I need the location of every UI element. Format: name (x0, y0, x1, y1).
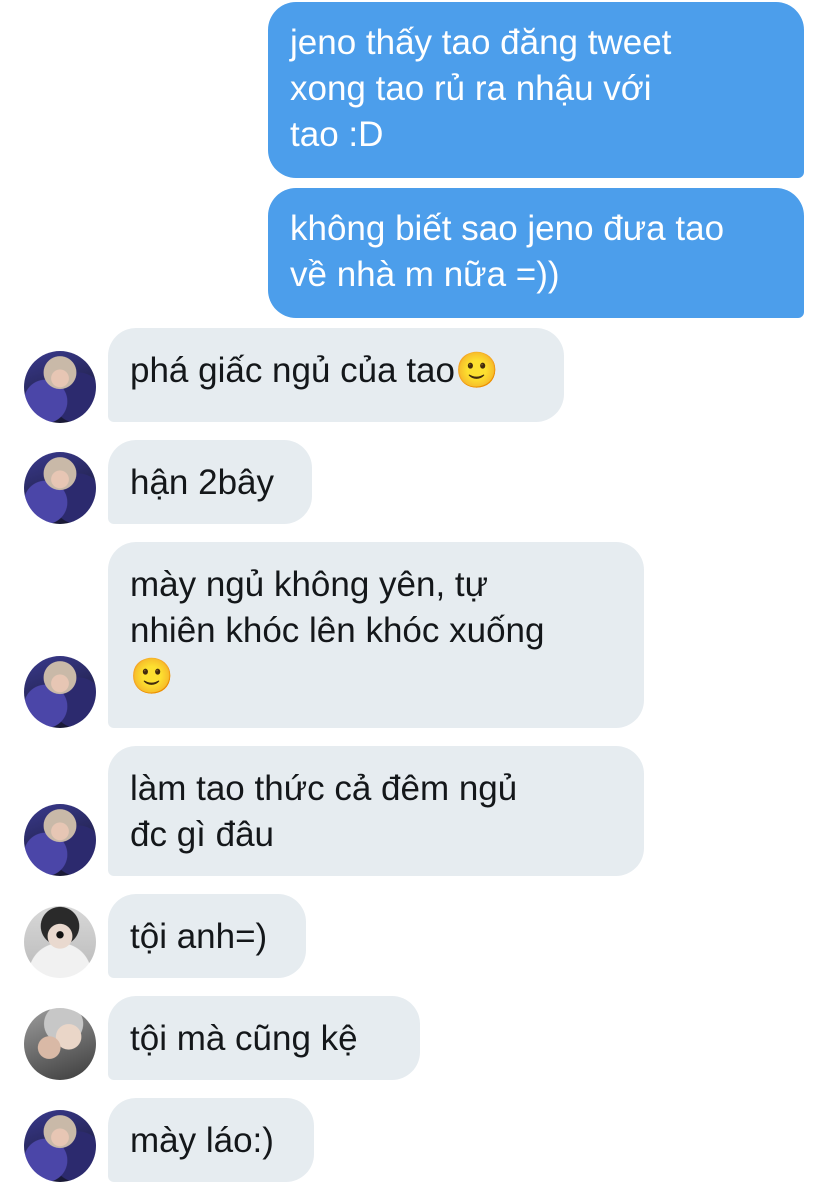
message-bubble-sent[interactable]: không biết sao jeno đưa tao về nhà m nữa… (268, 188, 804, 318)
message-bubble-received[interactable]: làm tao thức cả đêm ngủ đc gì đâu (108, 746, 644, 876)
message-bubble-received[interactable]: phá giấc ngủ của tao🙂 (108, 328, 564, 422)
message-bubble-received[interactable]: mày ngủ không yên, tự nhiên khóc lên khó… (108, 542, 644, 728)
user-avatar[interactable] (24, 1110, 96, 1182)
user-avatar[interactable] (24, 452, 96, 524)
message-bubble-sent[interactable]: jeno thấy tao đăng tweet xong tao rủ ra … (268, 2, 804, 178)
user-avatar[interactable] (24, 804, 96, 876)
message-thread: jeno thấy tao đăng tweet xong tao rủ ra … (0, 0, 828, 1193)
message-bubble-received[interactable]: tội mà cũng kệ (108, 996, 420, 1080)
user-avatar[interactable] (24, 656, 96, 728)
message-bubble-received[interactable]: mày láo:) (108, 1098, 314, 1182)
user-avatar[interactable] (24, 1008, 96, 1080)
message-bubble-received[interactable]: tội anh=) (108, 894, 306, 978)
message-bubble-received[interactable]: hận 2bây (108, 440, 312, 524)
user-avatar[interactable] (24, 906, 96, 978)
user-avatar[interactable] (24, 351, 96, 423)
